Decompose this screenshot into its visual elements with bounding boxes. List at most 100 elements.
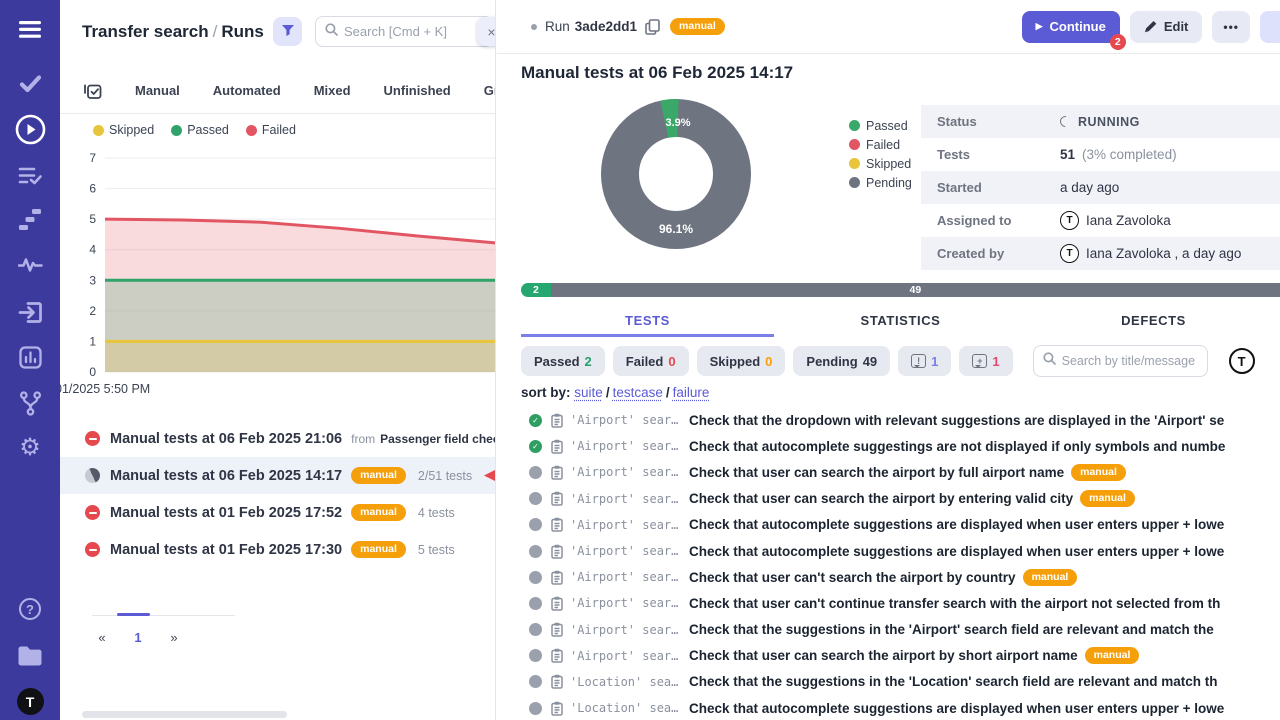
tests-search-input[interactable] bbox=[1062, 354, 1197, 368]
tab-manual[interactable]: Manual bbox=[135, 83, 180, 98]
pagination-next[interactable]: » bbox=[156, 626, 192, 648]
filter-attachments-button[interactable]: +1 bbox=[959, 346, 1012, 376]
test-row[interactable]: 'Airport' sear… Check that the suggestion… bbox=[521, 617, 1280, 643]
test-title[interactable]: Check that autocomplete suggestions are … bbox=[689, 544, 1224, 559]
close-icon[interactable]: × bbox=[477, 17, 496, 46]
test-title[interactable]: Check that autocomplete suggestings are … bbox=[689, 439, 1225, 454]
detail-row-assigned: Assigned to TIana Zavoloka bbox=[921, 204, 1280, 237]
results-donut-chart: 3.9%96.1% bbox=[601, 99, 751, 254]
activity-icon[interactable] bbox=[0, 256, 60, 273]
search-icon bbox=[325, 23, 338, 41]
test-title[interactable]: Check that the suggestions in the 'Airpo… bbox=[689, 622, 1214, 637]
run-tests-count: 4 tests bbox=[418, 506, 455, 520]
test-title[interactable]: Check that the dropdown with relevant su… bbox=[689, 413, 1224, 428]
tests-count: 51 bbox=[1060, 147, 1075, 162]
tests-search-box bbox=[1033, 345, 1208, 377]
sort-by-testcase[interactable]: testcase bbox=[613, 385, 663, 400]
branch-icon[interactable] bbox=[0, 391, 60, 416]
test-title[interactable]: Check that autocomplete suggestions are … bbox=[689, 517, 1224, 532]
test-row[interactable]: 'Location' sea…Check that the suggestion… bbox=[521, 669, 1280, 695]
copy-icon[interactable] bbox=[645, 19, 660, 35]
pagination-page-1[interactable]: 1 bbox=[120, 626, 156, 648]
tests-list: ✓'Airport' sear…Check that the dropdown … bbox=[521, 407, 1280, 720]
clipped-button[interactable] bbox=[1260, 11, 1280, 43]
test-row[interactable]: 'Airport' sear…Check that user can't con… bbox=[521, 590, 1280, 616]
runs-search-input[interactable] bbox=[344, 24, 454, 39]
assignee-filter-avatar[interactable]: T bbox=[1229, 348, 1255, 374]
user-avatar[interactable]: T bbox=[0, 688, 60, 715]
test-row[interactable]: 'Airport' sear…Check that user can searc… bbox=[521, 643, 1280, 669]
horizontal-scrollbar[interactable] bbox=[82, 711, 287, 718]
run-list-item-selected[interactable]: Manual tests at 06 Feb 2025 14:17 manual… bbox=[60, 457, 495, 494]
test-title[interactable]: Check that user can search the airport b… bbox=[689, 465, 1064, 480]
detail-row-started: Started a day ago bbox=[921, 171, 1280, 204]
help-icon[interactable]: ? bbox=[0, 598, 60, 620]
test-row[interactable]: 'Airport' sear…Check that user can searc… bbox=[521, 459, 1280, 485]
test-row[interactable]: ✓'Airport' sear…Check that autocomplete … bbox=[521, 433, 1280, 459]
test-row[interactable]: 'Airport' sear…Check that user can searc… bbox=[521, 486, 1280, 512]
manual-badge: manual bbox=[351, 541, 406, 558]
runs-filter-tabs: Manual Automated Mixed Unfinished Groups bbox=[84, 82, 496, 99]
more-actions-button[interactable]: ••• bbox=[1212, 11, 1250, 43]
test-row[interactable]: 'Location' sea…Check that autocomplete s… bbox=[521, 695, 1280, 720]
tab-groups[interactable]: Groups bbox=[484, 83, 496, 98]
test-row[interactable]: ✓'Airport' sear…Check that the dropdown … bbox=[521, 407, 1280, 433]
run-list-item[interactable]: Manual tests at 01 Feb 2025 17:52 manual… bbox=[60, 494, 495, 531]
continue-notification-badge: 2 bbox=[1110, 34, 1126, 50]
creator-avatar[interactable]: T bbox=[1060, 244, 1079, 263]
tab-mixed[interactable]: Mixed bbox=[314, 83, 351, 98]
test-title[interactable]: Check that user can search the airport b… bbox=[689, 491, 1073, 506]
test-row[interactable]: 'Airport' sear…Check that autocomplete s… bbox=[521, 512, 1280, 538]
pagination-prev[interactable]: « bbox=[84, 626, 120, 648]
assignee-name: Iana Zavoloka bbox=[1086, 213, 1171, 228]
tab-statistics[interactable]: STATISTICS bbox=[774, 305, 1027, 337]
sort-by-failure[interactable]: failure bbox=[673, 385, 710, 400]
test-title[interactable]: Check that the suggestions in the 'Locat… bbox=[689, 674, 1218, 689]
test-title[interactable]: Check that autocomplete suggestions are … bbox=[689, 701, 1224, 716]
filter-skipped-button[interactable]: Skipped0 bbox=[697, 346, 786, 376]
tab-unfinished[interactable]: Unfinished bbox=[384, 83, 451, 98]
run-list-item[interactable]: Manual tests at 01 Feb 2025 17:30 manual… bbox=[60, 531, 495, 568]
tab-defects[interactable]: DEFECTS bbox=[1027, 305, 1280, 337]
test-runs-icon[interactable] bbox=[0, 114, 60, 145]
test-suite: 'Airport' sear… bbox=[570, 623, 682, 637]
sort-label: sort by: bbox=[521, 385, 571, 400]
sort-by-suite[interactable]: suite bbox=[574, 385, 603, 400]
select-all-icon[interactable] bbox=[84, 82, 102, 99]
test-title[interactable]: Check that user can search the airport b… bbox=[689, 648, 1078, 663]
test-row[interactable]: 'Airport' sear…Check that user can't sea… bbox=[521, 564, 1280, 590]
continue-button[interactable]: ▶ Continue 2 bbox=[1022, 11, 1120, 43]
filter-failed-button[interactable]: Failed0 bbox=[613, 346, 689, 376]
manual-badge: manual bbox=[670, 18, 725, 35]
spinner-icon bbox=[1058, 114, 1073, 129]
svg-text:3.9%: 3.9% bbox=[665, 117, 690, 129]
filter-passed-button[interactable]: Passed2 bbox=[521, 346, 605, 376]
settings-gear-icon[interactable]: ⚙ bbox=[0, 436, 60, 460]
filter-comments-button[interactable]: !1 bbox=[898, 346, 951, 376]
run-from-label: from bbox=[351, 432, 375, 446]
filter-pending-button[interactable]: Pending49 bbox=[793, 346, 890, 376]
tab-tests[interactable]: TESTS bbox=[521, 305, 774, 337]
testcase-icon bbox=[551, 517, 563, 532]
requirements-icon[interactable] bbox=[0, 301, 60, 324]
testcase-icon bbox=[551, 596, 563, 611]
test-cases-icon[interactable] bbox=[0, 74, 60, 93]
breadcrumb-project[interactable]: Transfer search bbox=[82, 22, 209, 41]
projects-folder-icon[interactable] bbox=[0, 645, 60, 666]
donut-legend: Passed Failed Skipped Pending bbox=[849, 116, 912, 192]
app-sidebar: ⚙ ? T bbox=[0, 0, 60, 720]
ellipsis-icon: ••• bbox=[1223, 20, 1239, 34]
assignee-avatar[interactable]: T bbox=[1060, 211, 1079, 230]
chart-legend: Skipped Passed Failed bbox=[93, 123, 296, 137]
edit-button[interactable]: Edit bbox=[1130, 11, 1203, 43]
filter-funnel-button[interactable] bbox=[273, 17, 302, 46]
test-plans-icon[interactable] bbox=[0, 166, 60, 185]
menu-icon[interactable] bbox=[0, 21, 60, 38]
test-title[interactable]: Check that user can't search the airport… bbox=[689, 570, 1016, 585]
milestones-icon[interactable] bbox=[0, 209, 60, 230]
test-row[interactable]: 'Airport' sear…Check that autocomplete s… bbox=[521, 538, 1280, 564]
reports-icon[interactable] bbox=[0, 346, 60, 369]
run-list-item[interactable]: Manual tests at 06 Feb 2025 21:06 from P… bbox=[60, 420, 495, 457]
test-title[interactable]: Check that user can't continue transfer … bbox=[689, 596, 1220, 611]
tab-automated[interactable]: Automated bbox=[213, 83, 281, 98]
